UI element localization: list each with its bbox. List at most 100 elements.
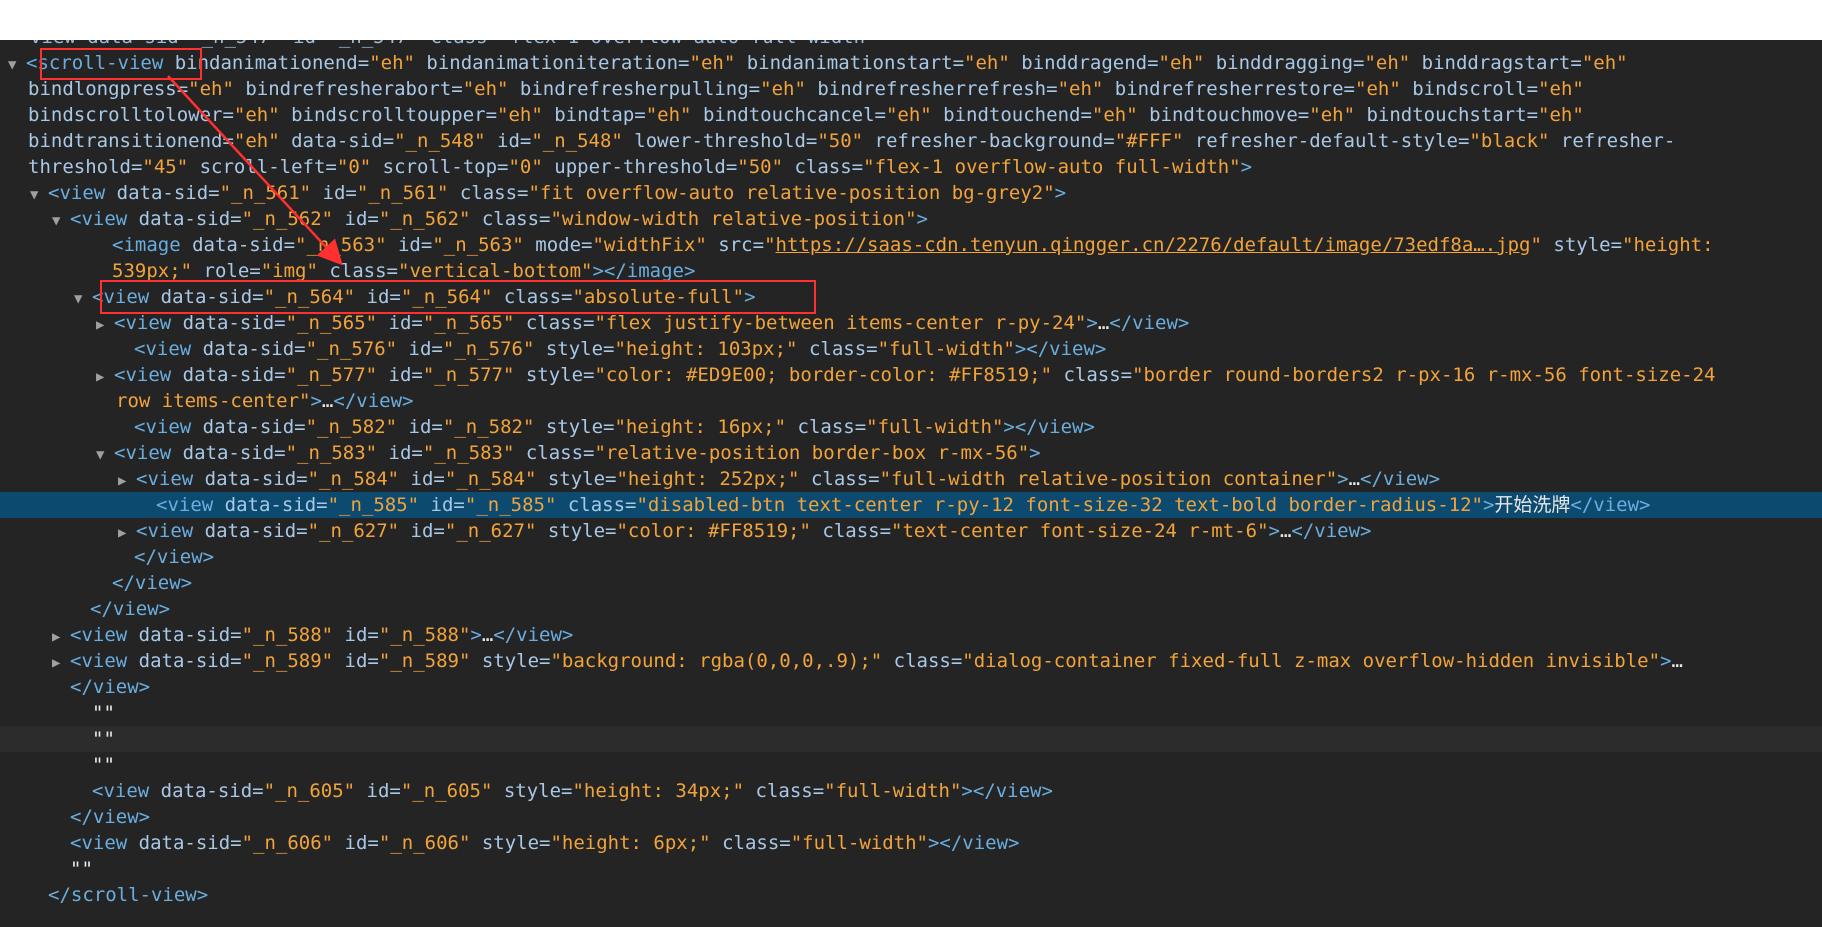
attribute-value: "full-width" [866,416,1004,438]
dom-tree-row[interactable]: bindlongpress="eh" bindrefresherabort="e… [0,76,1822,102]
attribute-name: id= [377,312,423,334]
collapsed-ellipsis: … [481,624,494,646]
tag-token: <view [134,416,192,438]
text-node: "" [92,702,115,724]
attribute-name: bindtouchstart= [1355,104,1539,126]
text-node: "" [70,858,93,880]
dom-tree-row[interactable]: ▼ <view data-sid="_n_583" id="_n_583" cla… [0,440,1822,466]
attribute-name: data-sid= [193,468,308,490]
text-node: "" [92,728,115,750]
tag-token: > [1054,182,1067,204]
dom-tree-row[interactable]: "" [0,856,1822,882]
expand-triangle-icon[interactable]: ▶ [96,312,114,338]
dom-tree-row[interactable]: "" [0,752,1822,778]
collapse-triangle-icon[interactable]: ▼ [96,442,114,468]
dom-tree-row[interactable]: ▶ <view data-sid="_n_577" id="_n_577" sty… [0,362,1822,388]
attribute-name: data-sid= [213,494,328,516]
dom-tree-row[interactable]: bindtransitionend="eh" data-sid="_n_548"… [0,128,1822,154]
dom-tree-row[interactable]: <image data-sid="_n_563" id="_n_563" mod… [0,232,1822,258]
tag-token: > [1482,494,1495,516]
dom-tree-row[interactable]: ▼ <view data-sid="_n_562" id="_n_562" cla… [0,206,1822,232]
attribute-name: class= [556,494,637,516]
tag-token: <view [48,182,106,204]
attribute-name: class= [783,156,864,178]
dom-tree-row[interactable]: ▶ <view data-sid="_n_584" id="_n_584" sty… [0,466,1822,492]
attribute-name: data-sid= [127,650,242,672]
dom-tree-row[interactable]: <view data-sid="_n_576" id="_n_576" styl… [0,336,1822,362]
attribute-value: "color: #FF8519;" [616,520,811,542]
expand-triangle-icon[interactable]: ▶ [96,364,114,390]
attribute-value: "_n_561" [219,182,312,204]
attribute-name: scroll-top= [371,156,509,178]
attribute-name: id= [399,520,445,542]
attribute-value: "_n_582" [442,416,535,438]
dom-tree-row[interactable]: </view> [0,804,1822,830]
attribute-value: "flex-1 overflow-auto full-width" [863,156,1241,178]
attribute-value: "eh" [1538,104,1584,126]
expand-triangle-icon[interactable]: ▶ [52,650,70,676]
attribute-name: style= [536,520,617,542]
tag-token: ></view> [1014,338,1107,360]
collapse-triangle-icon[interactable]: ▼ [52,208,70,234]
dom-tree-row[interactable]: </view> [0,674,1822,700]
attribute-name: class= [882,650,963,672]
dom-tree-row[interactable]: bindscrolltolower="eh" bindscrolltoupper… [0,102,1822,128]
dom-tree-row[interactable]: ▶ <view data-sid="_n_588" id="_n_588">…</… [0,622,1822,648]
attribute-name: id= [355,780,401,802]
dom-tree-row[interactable]: row items-center">…</view> [0,388,1822,414]
attribute-value: "vertical-bottom" [398,260,593,282]
dom-tree-row[interactable]: "" [0,700,1822,726]
dom-tree-row[interactable]: <view data-sid="_n_605" id="_n_605" styl… [0,778,1822,804]
collapse-triangle-icon[interactable]: ▼ [74,286,92,312]
dom-tree-row[interactable]: "" [0,726,1822,752]
attribute-name: upper-threshold= [542,156,738,178]
dom-tree-row[interactable]: <view data-sid="_n_606" id="_n_606" styl… [0,830,1822,856]
dom-tree-row[interactable]: ▼ <view data-sid="_n_561" id="_n_561" cla… [0,180,1822,206]
dom-tree-row[interactable]: <view data-sid="_n_582" id="_n_582" styl… [0,414,1822,440]
window-top-bar [0,0,1822,40]
attribute-value: "window-width relative-position" [550,208,917,230]
dom-tree-row[interactable]: ▼ <scroll-view bindanimationend="eh" bind… [0,50,1822,76]
dom-tree-row[interactable]: </view> [0,544,1822,570]
dom-tree-row[interactable]: ▶ <view data-sid="_n_589" id="_n_589" sty… [0,648,1822,674]
attribute-value: "_n_605" [263,780,356,802]
highlight-box-absolute-full-view [100,280,816,314]
collapse-triangle-icon[interactable]: ▼ [30,182,48,208]
dom-tree-row[interactable]: </scroll-view> [0,882,1822,908]
tag-token: <view [156,494,214,516]
tag-token: </view> [1291,520,1372,542]
dom-tree-row[interactable]: </view> [0,596,1822,622]
attribute-value: "eh" [964,52,1010,74]
expand-triangle-icon[interactable]: ▶ [118,468,136,494]
attribute-value: "eh" [1364,52,1411,74]
tag-token: <view [114,312,172,334]
attribute-name: id= [397,338,443,360]
attribute-value: "relative-position border-box r-mx-56" [594,442,1030,464]
attribute-value: "eh" [1355,78,1401,100]
attribute-value: "height: [1622,234,1714,256]
tag-token: </view> [112,572,193,594]
attribute-value: "_n_562" [241,208,334,230]
attribute-value: "height: 34px;" [572,780,745,802]
dom-tree-row[interactable]: </view> [0,570,1822,596]
attribute-name: class= [786,416,867,438]
attribute-name: id= [399,468,445,490]
expand-triangle-icon[interactable]: ▶ [52,624,70,650]
attribute-name: data-sid= [171,442,286,464]
dom-tree-row[interactable]: threshold="45" scroll-left="0" scroll-to… [0,154,1822,180]
dom-tree-row[interactable]: ▶ <view data-sid="_n_627" id="_n_627" sty… [0,518,1822,544]
attribute-value: "eh" [233,130,280,152]
attribute-value: "eh" [689,52,736,74]
collapse-triangle-icon[interactable]: ▼ [8,52,26,78]
attribute-name: data-sid= [191,416,306,438]
attribute-value: "eh" [1309,104,1356,126]
tag-token: ></image> [592,260,696,282]
expand-triangle-icon[interactable]: ▶ [118,520,136,546]
resource-link[interactable]: https://saas-cdn.tenyun.qingger.cn/2276/… [776,234,1531,256]
attribute-value: "full-width" [877,338,1015,360]
attribute-value: "eh" [1158,52,1205,74]
attribute-name: bindrefresherrestore= [1103,78,1356,100]
dom-tree-row-selected[interactable]: <view data-sid="_n_585" id="_n_585" clas… [0,492,1822,518]
attribute-value: "_n_583" [285,442,378,464]
tag-token: <view [70,650,128,672]
